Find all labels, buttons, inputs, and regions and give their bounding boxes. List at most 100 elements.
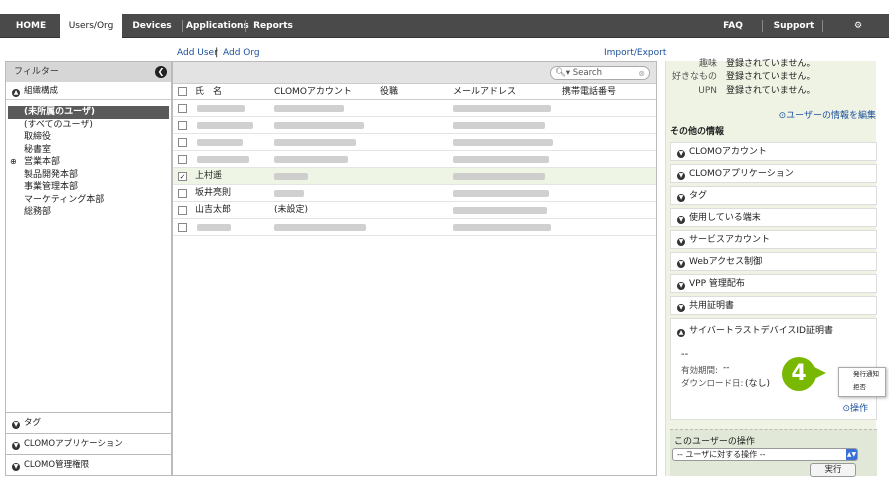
tree-item[interactable]: 製品開発本部 bbox=[6, 169, 171, 182]
tab-reports[interactable]: Reports bbox=[250, 14, 296, 38]
accordion-cybertrust-cert[interactable]: ▲ サイバートラストデバイスID証明書 bbox=[670, 318, 877, 344]
org-section-header[interactable]: ▲ 組織構成 bbox=[6, 82, 171, 100]
accordion-label: VPP 管理配布 bbox=[689, 279, 745, 289]
settings-link[interactable]: ⚙ Settings bbox=[832, 14, 884, 55]
org-section-label: 組織構成 bbox=[24, 86, 59, 96]
download-label: ダウンロード日: bbox=[681, 379, 744, 389]
table-row[interactable]: 坂井亮則 bbox=[173, 185, 656, 202]
col-email[interactable]: メールアドレス bbox=[453, 84, 516, 100]
other-info-title: その他の情報 bbox=[670, 127, 725, 137]
edit-user-link[interactable]: ⊙ユーザーの情報を編集 bbox=[779, 108, 876, 121]
tree-item[interactable]: 総務部 bbox=[6, 206, 171, 219]
nav-divider bbox=[182, 20, 183, 32]
chevron-down-icon: ▼ bbox=[12, 463, 20, 471]
table-row[interactable] bbox=[173, 100, 656, 117]
redacted-value bbox=[453, 224, 551, 231]
execute-button[interactable]: 実行 bbox=[810, 463, 856, 477]
chevron-up-icon: ▲ bbox=[12, 89, 20, 97]
row-checkbox[interactable] bbox=[178, 155, 187, 164]
table-row[interactable] bbox=[173, 117, 656, 134]
table-header: 氏 名 CLOMOアカウント 役職 メールアドレス 携帯電話番号 bbox=[173, 84, 656, 100]
row-checkbox[interactable]: ✓ bbox=[178, 172, 187, 181]
redacted-value bbox=[274, 139, 356, 146]
col-name[interactable]: 氏 名 bbox=[195, 84, 222, 100]
chevron-down-icon: ▼ bbox=[677, 194, 685, 202]
section-label: タグ bbox=[24, 418, 42, 428]
chevron-down-icon: ▼ bbox=[677, 172, 685, 180]
table-row[interactable] bbox=[173, 219, 656, 236]
row-checkbox[interactable] bbox=[178, 206, 187, 215]
tree-item-unassigned[interactable]: (未所属のユーザ) bbox=[8, 106, 169, 119]
row-checkbox[interactable] bbox=[178, 121, 187, 130]
tab-home[interactable]: HOME bbox=[8, 14, 54, 38]
nav-divider bbox=[822, 20, 823, 32]
redacted-value bbox=[274, 173, 308, 180]
profile-row: UPN 登録されていません。 bbox=[666, 84, 877, 98]
redacted-value bbox=[453, 122, 545, 129]
tab-users-org[interactable]: Users/Org bbox=[60, 12, 122, 38]
tree-item[interactable]: マーケティング本部 bbox=[6, 194, 171, 207]
menu-item-reject[interactable]: 拒否 bbox=[839, 381, 885, 394]
operation-link[interactable]: ⊙操作 bbox=[842, 401, 868, 414]
support-link[interactable]: Support bbox=[772, 14, 816, 38]
table-row[interactable] bbox=[173, 134, 656, 151]
accordion-tag[interactable]: ▼ タグ bbox=[670, 186, 877, 205]
table-row[interactable]: 山吉太郎 (未設定) bbox=[173, 202, 656, 219]
redacted-value bbox=[453, 105, 551, 112]
accordion-vpp[interactable]: ▼ VPP 管理配布 bbox=[670, 274, 877, 293]
tree-item-all[interactable]: (すべてのユーザ) bbox=[6, 119, 171, 132]
clear-icon[interactable]: ⊗ bbox=[638, 68, 645, 80]
row-checkbox[interactable] bbox=[178, 104, 187, 113]
redacted-value bbox=[274, 190, 304, 197]
profile-row: 好きなもの 登録されていません。 bbox=[666, 70, 877, 84]
redacted-value bbox=[197, 139, 243, 146]
accordion-web-access[interactable]: ▼ Webアクセス制御 bbox=[670, 252, 877, 271]
col-account[interactable]: CLOMOアカウント bbox=[274, 84, 352, 100]
accordion-label: 共用証明書 bbox=[689, 301, 735, 311]
user-detail-panel: 趣味 登録されていません。 好きなもの 登録されていません。 UPN 登録されていませ… bbox=[665, 59, 877, 477]
tree-item-expandable[interactable]: ⊕ 営業本部 bbox=[6, 156, 171, 169]
tab-devices[interactable]: Devices bbox=[126, 14, 178, 38]
filter-panel: フィルター ❮ ▲ 組織構成 (未所属のユーザ) (すべてのユーザ) 取締役 秘書… bbox=[5, 61, 172, 476]
faq-link[interactable]: FAQ bbox=[718, 14, 748, 38]
user-name[interactable]: 山吉太郎 bbox=[195, 202, 231, 219]
accordion-service-account[interactable]: ▼ サービスアカウント bbox=[670, 230, 877, 249]
tab-applications[interactable]: Applications bbox=[186, 14, 249, 38]
tree-item[interactable]: 取締役 bbox=[6, 131, 171, 144]
row-checkbox[interactable] bbox=[178, 138, 187, 147]
expand-icon[interactable]: ⊕ bbox=[10, 156, 17, 169]
accordion-clomo-account[interactable]: ▼ CLOMOアカウント bbox=[670, 142, 877, 161]
table-row[interactable]: ✓ 上村遥 bbox=[173, 168, 656, 185]
collapse-icon[interactable]: ❮ bbox=[155, 66, 167, 78]
accordion-clomo-app[interactable]: ▼ CLOMOアプリケーション bbox=[670, 164, 877, 183]
user-operations-box: このユーザーの操作 -- ユーザに対する操作 -- ▲▼ 実行 bbox=[670, 429, 877, 477]
col-mobile[interactable]: 携帯電話番号 bbox=[562, 84, 616, 100]
tree-item[interactable]: 事業管理本部 bbox=[6, 181, 171, 194]
tag-section-header[interactable]: ▼ タグ bbox=[6, 412, 171, 433]
add-org-link[interactable]: Add Org bbox=[223, 48, 260, 58]
chevron-down-icon: ▼ bbox=[677, 260, 685, 268]
step-badge: 4 bbox=[782, 357, 816, 391]
row-checkbox[interactable] bbox=[178, 223, 187, 232]
org-tree: (未所属のユーザ) (すべてのユーザ) 取締役 秘書室 ⊕ 営業本部 製品開発本部… bbox=[6, 100, 171, 219]
search-input[interactable]: 🔍︎▾ Search ⊗ bbox=[550, 66, 650, 80]
cert-name: -- bbox=[681, 349, 689, 360]
tree-item[interactable]: 秘書室 bbox=[6, 144, 171, 157]
select-all-checkbox[interactable] bbox=[178, 87, 187, 96]
user-name[interactable]: 坂井亮則 bbox=[195, 185, 231, 202]
accordion-shared-cert[interactable]: ▼ 共用証明書 bbox=[670, 296, 877, 315]
col-title[interactable]: 役職 bbox=[380, 84, 398, 100]
table-row[interactable] bbox=[173, 151, 656, 168]
menu-item-issue-notice[interactable]: 発行通知 bbox=[839, 368, 885, 381]
user-name[interactable]: 上村遥 bbox=[195, 168, 222, 185]
row-checkbox[interactable] bbox=[178, 189, 187, 198]
clomo-permission-section-header[interactable]: ▼ CLOMO管理権限 bbox=[6, 454, 171, 475]
clomo-app-section-header[interactable]: ▼ CLOMOアプリケーション bbox=[6, 433, 171, 454]
filter-header: フィルター ❮ bbox=[6, 62, 171, 82]
add-user-link[interactable]: Add User bbox=[177, 48, 218, 58]
operations-title: このユーザーの操作 bbox=[674, 437, 755, 447]
accordion-devices[interactable]: ▼ 使用している端末 bbox=[670, 208, 877, 227]
operations-select[interactable]: -- ユーザに対する操作 -- ▲▼ bbox=[672, 448, 858, 461]
profile-row: 趣味 登録されていません。 bbox=[666, 57, 877, 71]
user-table-body: ✓ 上村遥 坂井亮則 山吉太郎 (未設定) bbox=[173, 100, 656, 236]
